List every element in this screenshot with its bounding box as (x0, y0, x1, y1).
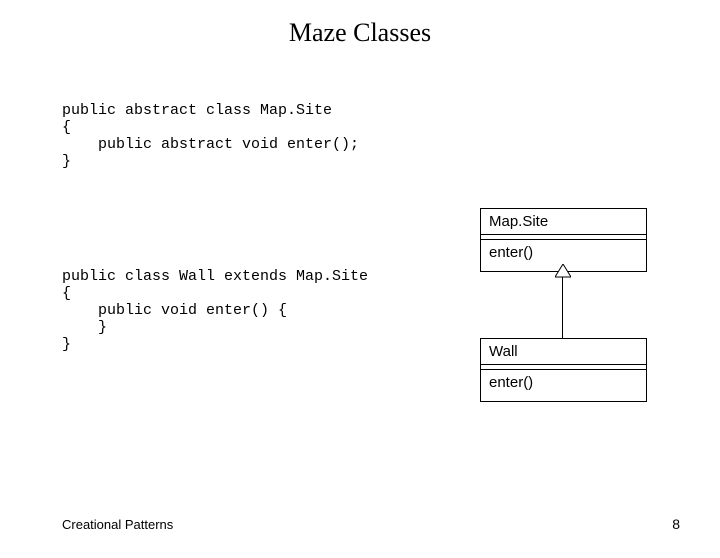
uml-generalization-arrow-icon (555, 264, 571, 278)
uml-class-mapsite: Map.Site enter() (480, 208, 647, 272)
uml-generalization-line (562, 275, 563, 338)
uml-class-name: Wall (481, 339, 646, 365)
uml-class-wall: Wall enter() (480, 338, 647, 402)
code-block-mapsite: public abstract class Map.Site { public … (62, 102, 359, 170)
uml-operation: enter() (481, 370, 646, 401)
footer-text: Creational Patterns (62, 517, 173, 532)
code-block-wall: public class Wall extends Map.Site { pub… (62, 268, 368, 353)
page-number: 8 (672, 516, 680, 532)
slide-title: Maze Classes (0, 18, 720, 48)
uml-class-name: Map.Site (481, 209, 646, 235)
